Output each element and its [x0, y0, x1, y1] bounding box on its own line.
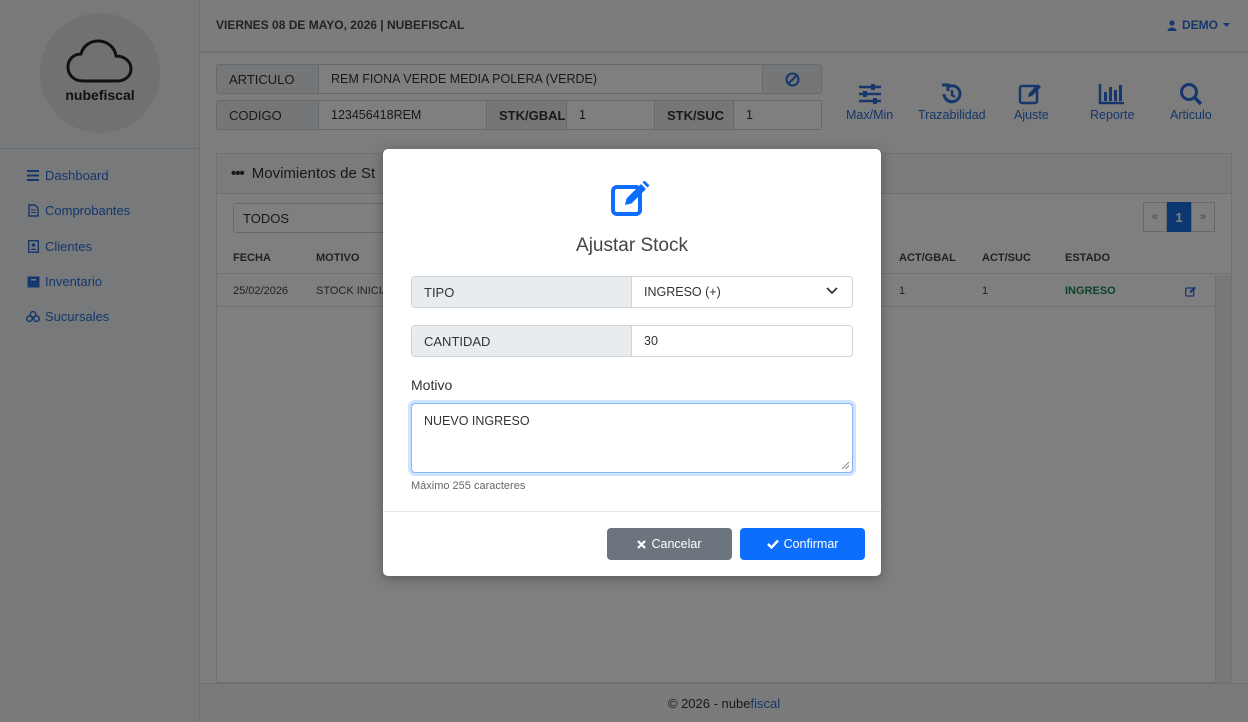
motivo-textarea[interactable]: NUEVO INGRESO — [411, 403, 853, 473]
edit-icon — [611, 180, 653, 220]
motivo-hint: Máximo 255 caracteres — [411, 480, 526, 492]
confirm-label: Confirmar — [783, 537, 839, 551]
motivo-value: NUEVO INGRESO — [424, 414, 530, 428]
modal-title: Ajustar Stock — [576, 235, 688, 256]
tipo-value: INGRESO (+) — [644, 285, 721, 299]
check-icon — [766, 539, 779, 549]
cantidad-label: CANTIDAD — [412, 326, 632, 356]
modal-footer-divider — [383, 511, 881, 512]
motivo-label: Motivo — [411, 377, 453, 393]
cantidad-input[interactable]: 30 — [632, 326, 852, 356]
tipo-field: TIPO INGRESO (+) — [411, 276, 853, 308]
cantidad-field: CANTIDAD 30 — [411, 325, 853, 357]
resize-grip-icon[interactable] — [841, 461, 849, 469]
confirm-button[interactable]: Confirmar — [740, 528, 865, 560]
chevron-down-icon — [826, 287, 838, 295]
cancel-button[interactable]: Cancelar — [607, 528, 732, 560]
close-icon — [637, 539, 647, 549]
tipo-select[interactable]: INGRESO (+) — [632, 277, 852, 307]
tipo-label: TIPO — [412, 277, 632, 307]
ajustar-stock-modal: Ajustar Stock TIPO INGRESO (+) CANTIDAD … — [383, 149, 881, 576]
cancel-label: Cancelar — [651, 537, 702, 551]
